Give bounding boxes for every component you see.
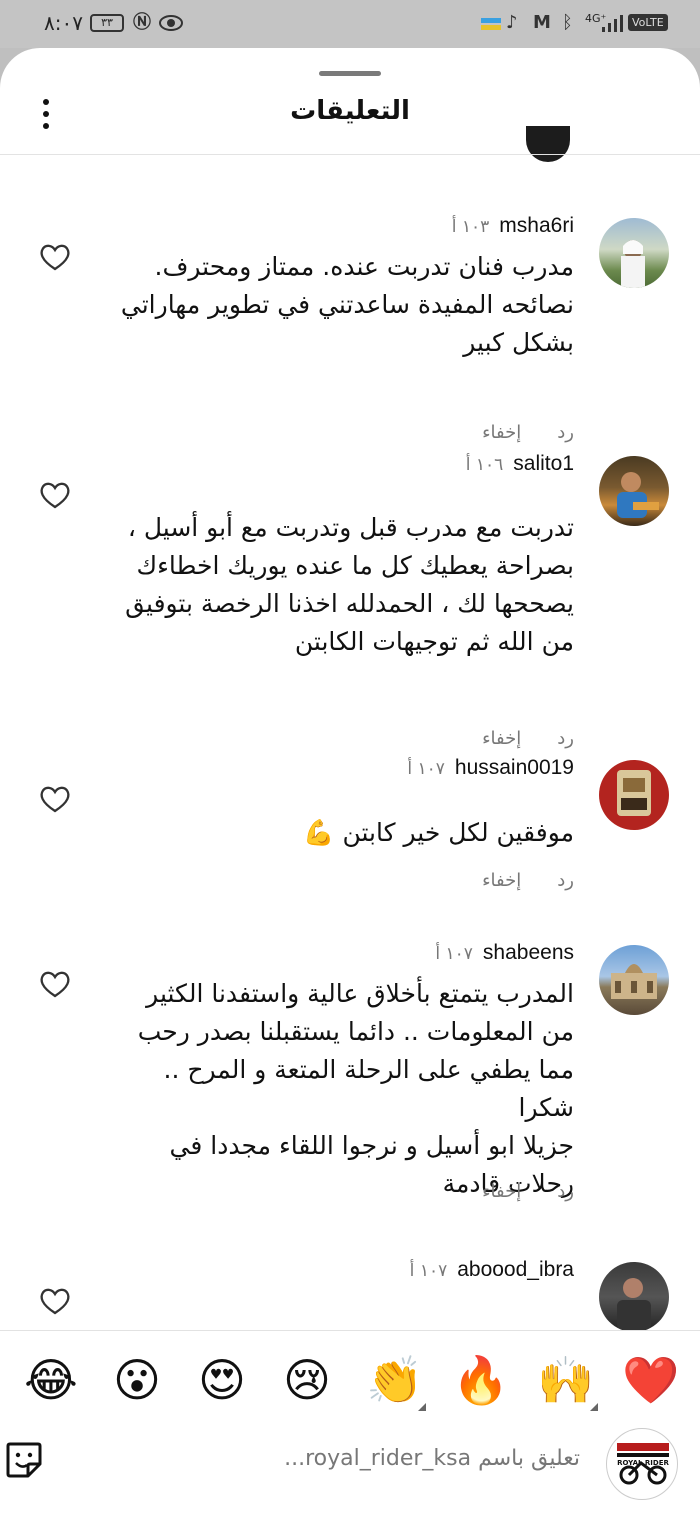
- volte-badge: VoLTE: [628, 14, 668, 31]
- comment-username[interactable]: msha6ri: [499, 214, 574, 238]
- hide-button[interactable]: إخفاء: [482, 1181, 521, 1202]
- comment-meta: ١٠٧ أ shabeens: [435, 941, 574, 965]
- tiktok-icon: ♪: [506, 12, 518, 33]
- emoji-crying-icon[interactable]: 😢: [280, 1353, 334, 1407]
- comment-time: ١٠٣ أ: [451, 217, 490, 237]
- status-time: ٨:٠٧: [44, 11, 83, 35]
- heart-icon[interactable]: [38, 1286, 72, 1316]
- comment-username[interactable]: salito1: [513, 452, 574, 476]
- comment-time: ١٠٦ أ: [465, 455, 504, 475]
- avatar[interactable]: [599, 1262, 669, 1332]
- comment-actions: رد إخفاء: [482, 870, 574, 891]
- reply-button[interactable]: رد: [557, 728, 574, 749]
- my-avatar[interactable]: ROYAL RIDER: [606, 1428, 678, 1500]
- signal-icon: [602, 15, 623, 32]
- heart-icon[interactable]: [38, 242, 72, 272]
- sticker-icon[interactable]: [4, 1440, 44, 1480]
- app-icon: [481, 18, 501, 30]
- comment-time: ١٠٧ أ: [435, 944, 473, 964]
- comment-text: المدرب يتمتع بأخلاق عالية واستفدنا الكثي…: [137, 979, 574, 1198]
- comment-actions: رد إخفاء: [482, 422, 574, 443]
- emoji-red-heart-icon[interactable]: ❤️: [622, 1353, 679, 1407]
- heart-icon[interactable]: [38, 784, 72, 814]
- avatar[interactable]: [599, 945, 669, 1015]
- reply-button[interactable]: رد: [557, 422, 574, 443]
- gmail-icon: M: [533, 12, 551, 33]
- heart-icon[interactable]: [38, 969, 72, 999]
- emoji-reaction-bar: 😂 😮 😍 😢 👏 🔥 🙌 ❤️: [0, 1330, 700, 1428]
- comment-username[interactable]: shabeens: [483, 941, 574, 965]
- avatar[interactable]: [599, 218, 669, 288]
- comment-text: تدربت مع مدرب قبل وتدربت مع أبو أسيل ، ب…: [125, 513, 574, 656]
- comments-sheet: التعليقات ١٠٣ أ msha6ri مدرب فنان تدربت …: [0, 48, 700, 1517]
- heart-icon[interactable]: [38, 480, 72, 510]
- comment-time: ١٠٧ أ: [409, 1261, 448, 1281]
- avatar[interactable]: [526, 126, 570, 162]
- variant-indicator: [590, 1403, 598, 1411]
- comment-input-bar: ROYAL RIDER: [0, 1428, 700, 1517]
- comment-meta: ١٠٧ أ aboood_ibra: [410, 1258, 574, 1282]
- comment-meta: ١٠٧ أ hussain0019: [407, 756, 574, 780]
- hide-button[interactable]: إخفاء: [482, 728, 521, 749]
- comment-username[interactable]: hussain0019: [455, 756, 574, 780]
- comment-text: مدرب فنان تدربت عنده. ممتاز ومحترف. نصائ…: [120, 252, 574, 357]
- eye-icon: [159, 15, 183, 31]
- emoji-fire-icon[interactable]: 🔥: [452, 1353, 509, 1407]
- emoji-surprised-icon[interactable]: 😮: [110, 1353, 164, 1407]
- comment-text: موفقين لكل خير كابتن 💪: [303, 818, 574, 847]
- emoji-raised-hands-icon[interactable]: 🙌: [537, 1353, 594, 1407]
- sheet-title: التعليقات: [290, 96, 410, 126]
- drag-handle[interactable]: [319, 71, 381, 76]
- nfc-icon: Ⓝ: [133, 12, 151, 33]
- comment-time: ١٠٧ أ: [407, 759, 445, 779]
- avatar[interactable]: [599, 760, 669, 830]
- status-bar: ٨:٠٧ ٣٣ Ⓝ ♪ M ᛒ 4G⁺ VoLTE: [0, 0, 700, 48]
- comment-actions: رد إخفاء: [482, 728, 574, 749]
- comment-actions: رد إخفاء: [482, 1181, 574, 1202]
- reply-button[interactable]: رد: [557, 870, 574, 891]
- emoji-clap-icon[interactable]: 👏: [366, 1353, 423, 1407]
- reply-button[interactable]: رد: [557, 1181, 574, 1202]
- emoji-heart-eyes-icon[interactable]: 😍: [195, 1353, 249, 1407]
- hide-button[interactable]: إخفاء: [482, 870, 521, 891]
- divider: [0, 154, 700, 155]
- battery-icon: ٣٣: [90, 14, 124, 32]
- comment-username[interactable]: aboood_ibra: [457, 1258, 574, 1282]
- logo-text: ROYAL RIDER: [617, 1459, 669, 1467]
- comment-input[interactable]: [250, 1440, 580, 1476]
- emoji-joy-icon[interactable]: 😂: [24, 1353, 78, 1407]
- variant-indicator: [418, 1403, 426, 1411]
- bluetooth-icon: ᛒ: [562, 12, 573, 33]
- avatar[interactable]: [599, 456, 669, 526]
- comment-meta: ١٠٣ أ msha6ri: [452, 214, 574, 238]
- hide-button[interactable]: إخفاء: [482, 422, 521, 443]
- comment-meta: ١٠٦ أ salito1: [466, 452, 574, 476]
